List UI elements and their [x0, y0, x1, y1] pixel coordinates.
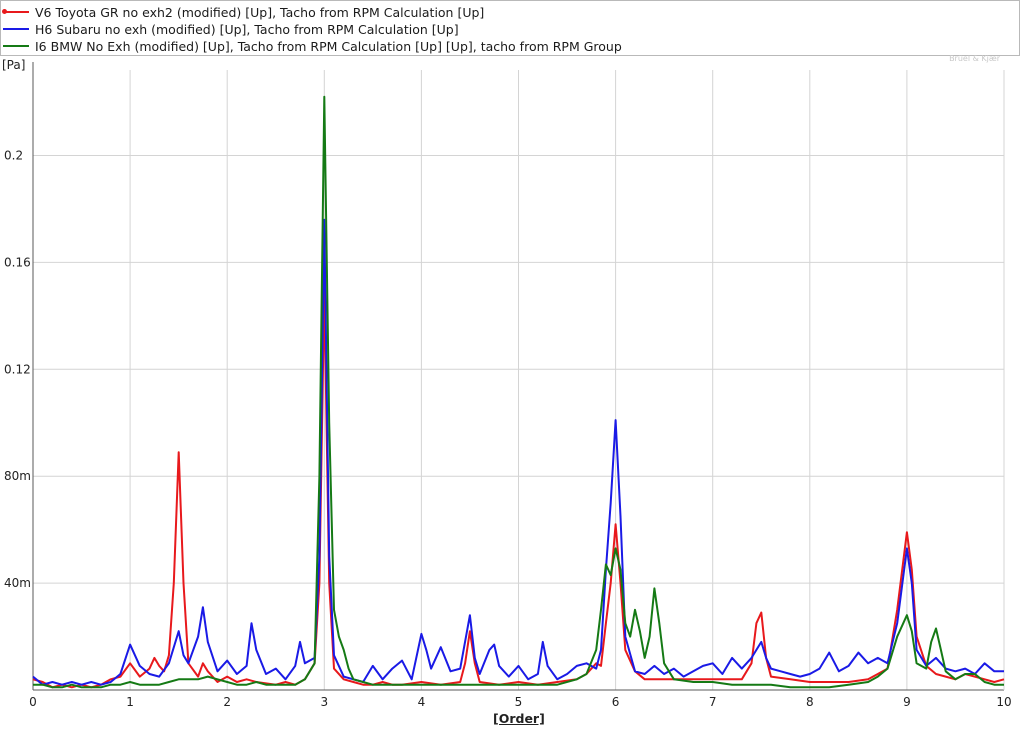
x-tick-label: 10	[996, 695, 1011, 709]
x-tick-label: 7	[709, 695, 717, 709]
y-tick-label: 0.2	[4, 149, 23, 163]
y-tick-label: 40m	[4, 576, 31, 590]
x-tick-label: 1	[126, 695, 134, 709]
x-tick-label: 0	[29, 695, 37, 709]
order-spectrum-chart[interactable]: 0 1 2 3 4 5 6 7 8 9 10 40m 80m 0.12 0.16 0.2	[0, 0, 1024, 731]
x-tick-label: 8	[806, 695, 814, 709]
x-tick-label: 3	[320, 695, 328, 709]
x-tick-label: 2	[223, 695, 231, 709]
x-tick-label: 5	[515, 695, 523, 709]
x-tick-label: 9	[903, 695, 911, 709]
y-tick-label: 0.16	[4, 255, 31, 269]
x-tick-label: 4	[418, 695, 426, 709]
grid	[33, 70, 1005, 690]
y-tick-label: 80m	[4, 469, 31, 483]
x-axis-title: [Order]	[493, 711, 545, 726]
tick-labels: 0 1 2 3 4 5 6 7 8 9 10 40m 80m 0.12 0.16 0.2	[4, 149, 1012, 709]
x-tick-label: 6	[612, 695, 620, 709]
y-tick-label: 0.12	[4, 362, 31, 376]
